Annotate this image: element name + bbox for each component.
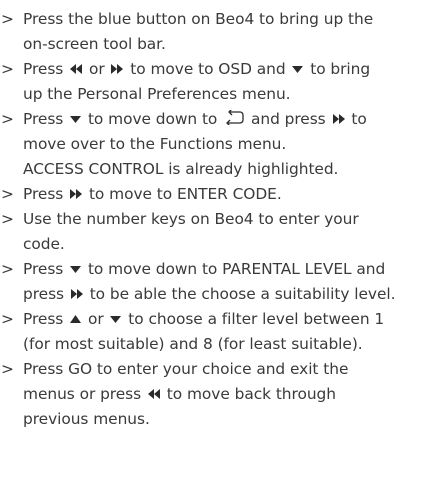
step-line: press to be able the choose a suitabilit… <box>23 282 443 307</box>
step-text: move over to the Functions menu. <box>23 135 287 153</box>
step-text: and press <box>246 110 331 128</box>
step-line: previous menus. <box>23 407 443 432</box>
instruction-step: > Use the number keys on Beo4 to enter yo… <box>0 207 443 257</box>
step-line: Press GO to enter your choice and exit t… <box>23 357 443 382</box>
up-triangle-icon <box>69 313 82 325</box>
down-triangle-icon <box>291 63 304 75</box>
step-text: to move down to <box>83 110 223 128</box>
instruction-step: > Press to move down to PARENTAL LEVEL an… <box>0 257 443 307</box>
step-marker: > <box>1 60 14 78</box>
step-line: Press to move to ENTER CODE. <box>23 182 443 207</box>
step-text: or <box>84 60 110 78</box>
step-text: Press <box>23 310 69 328</box>
step-text: to <box>346 110 367 128</box>
step-marker: > <box>1 360 14 378</box>
step-text: ACCESS CONTROL is already highlighted. <box>23 160 339 178</box>
instruction-step: > Press or to move to OSD and to bring up … <box>0 57 443 107</box>
step-text: Press <box>23 60 69 78</box>
down-triangle-icon <box>69 113 82 125</box>
rewind-double-left-icon <box>69 63 83 75</box>
step-text: to move back through <box>161 385 336 403</box>
step-text: previous menus. <box>23 410 150 428</box>
step-line: Press to move down to and press to <box>23 107 443 132</box>
step-text: to bring <box>305 60 371 78</box>
step-text: Press <box>23 110 69 128</box>
step-line: ACCESS CONTROL is already highlighted. <box>23 157 443 182</box>
fast-forward-double-right-icon <box>332 113 346 125</box>
step-line: move over to the Functions menu. <box>23 132 443 157</box>
step-marker: > <box>1 110 14 128</box>
step-line: up the Personal Preferences menu. <box>23 82 443 107</box>
step-text: to move down to PARENTAL LEVEL and <box>83 260 386 278</box>
step-text: on-screen tool bar. <box>23 35 166 53</box>
instruction-step: > Press the blue button on Beo4 to bring … <box>0 7 443 57</box>
step-line: Press the blue button on Beo4 to bring u… <box>23 7 443 32</box>
step-text: up the Personal Preferences menu. <box>23 85 291 103</box>
fast-forward-double-right-icon <box>110 63 124 75</box>
step-marker: > <box>1 210 14 228</box>
step-text: menus or press <box>23 385 146 403</box>
step-marker: > <box>1 310 14 328</box>
step-text: Press <box>23 185 69 203</box>
instruction-step: > Press to move down to and press to move … <box>0 107 443 182</box>
step-text: to move to OSD and <box>125 60 291 78</box>
step-text: Press the blue button on Beo4 to bring u… <box>23 10 374 28</box>
step-line: on-screen tool bar. <box>23 32 443 57</box>
step-line: Press or to move to OSD and to bring <box>23 57 443 82</box>
instruction-step: > Press or to choose a filter level betwe… <box>0 307 443 357</box>
step-text: or <box>83 310 109 328</box>
instruction-page: > Press the blue button on Beo4 to bring … <box>0 0 443 498</box>
instruction-step: > Press GO to enter your choice and exit … <box>0 357 443 432</box>
step-text: Use the number keys on Beo4 to enter you… <box>23 210 359 228</box>
step-line: Use the number keys on Beo4 to enter you… <box>23 207 443 232</box>
step-marker: > <box>1 260 14 278</box>
step-text: to choose a filter level between 1 <box>123 310 385 328</box>
functions-return-arrow-icon <box>223 110 245 125</box>
instruction-steps: > Press the blue button on Beo4 to bring … <box>0 7 443 432</box>
step-line: menus or press to move back through <box>23 382 443 407</box>
fast-forward-double-right-icon <box>70 288 84 300</box>
step-line: (for most suitable) and 8 (for least sui… <box>23 332 443 357</box>
step-text: press <box>23 285 69 303</box>
down-triangle-icon <box>69 263 82 275</box>
step-text: Press <box>23 260 69 278</box>
step-line: Press or to choose a filter level betwee… <box>23 307 443 332</box>
instruction-step: > Press to move to ENTER CODE. <box>0 182 443 207</box>
step-marker: > <box>1 10 14 28</box>
step-text: to move to ENTER CODE. <box>84 185 282 203</box>
step-line: code. <box>23 232 443 257</box>
step-text: code. <box>23 235 65 253</box>
fast-forward-double-right-icon <box>69 188 83 200</box>
rewind-double-left-icon <box>147 388 161 400</box>
step-marker: > <box>1 185 14 203</box>
down-triangle-icon <box>109 313 122 325</box>
step-text: (for most suitable) and 8 (for least sui… <box>23 335 363 353</box>
step-text: Press GO to enter your choice and exit t… <box>23 360 349 378</box>
step-text: to be able the choose a suitability leve… <box>84 285 396 303</box>
step-line: Press to move down to PARENTAL LEVEL and <box>23 257 443 282</box>
